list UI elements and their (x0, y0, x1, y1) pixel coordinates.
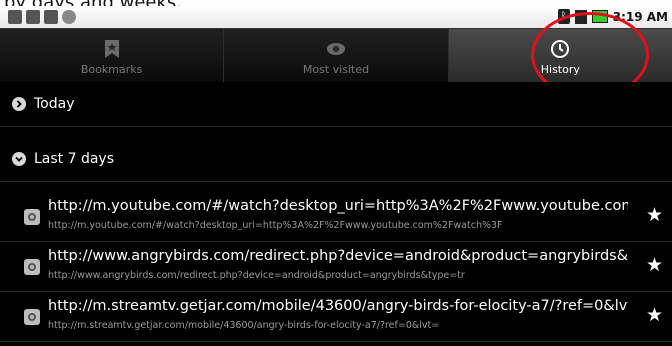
history-title: http://m.youtube.com/#/watch?desktop_uri… (48, 198, 628, 214)
history-title: http://www.angrybirds.com/redirect.php?d… (48, 248, 628, 264)
bookmark-icon (102, 39, 122, 59)
history-list: Today Last 7 days http://m.youtube.com/#… (0, 82, 672, 346)
sd-card-icon (26, 10, 40, 24)
notification-icons (8, 10, 76, 24)
globe-icon (24, 259, 40, 275)
group-today[interactable]: Today (0, 82, 672, 127)
gallery-icon (44, 10, 58, 24)
star-icon[interactable]: ★ (646, 306, 663, 325)
tab-bookmarks[interactable]: Bookmarks (0, 29, 225, 83)
history-url: http://www.angrybirds.com/redirect.php?d… (48, 270, 465, 281)
history-item[interactable]: http://www.angrybirds.com/redirect.php?d… (0, 242, 672, 292)
chevron-down-icon (12, 152, 26, 166)
tab-label: Bookmarks (80, 63, 143, 76)
history-url: http://m.streamtv.getjar.com/mobile/4360… (48, 320, 440, 331)
globe-icon (24, 209, 40, 225)
history-item[interactable]: http://m.youtube.com/#/watch?desktop_uri… (0, 192, 672, 242)
history-item[interactable]: http://m.streamtv.getjar.com/mobile/4360… (0, 292, 672, 342)
group-label: Last 7 days (34, 151, 115, 167)
tab-label: Most visited (302, 63, 370, 76)
group-last-7-days[interactable]: Last 7 days (0, 137, 672, 182)
group-label: Today (34, 96, 75, 112)
eye-icon (326, 39, 346, 59)
history-title: http://m.streamtv.getjar.com/mobile/4360… (48, 298, 628, 314)
tab-most-visited[interactable]: Most visited (224, 29, 449, 83)
dot-icon (62, 10, 76, 24)
star-icon[interactable]: ★ (646, 256, 663, 275)
upload-icon (8, 10, 22, 24)
chevron-right-icon (12, 97, 26, 111)
star-icon[interactable]: ★ (646, 206, 663, 225)
globe-icon (24, 309, 40, 325)
history-url: http://m.youtube.com/#/watch?desktop_uri… (48, 220, 503, 231)
